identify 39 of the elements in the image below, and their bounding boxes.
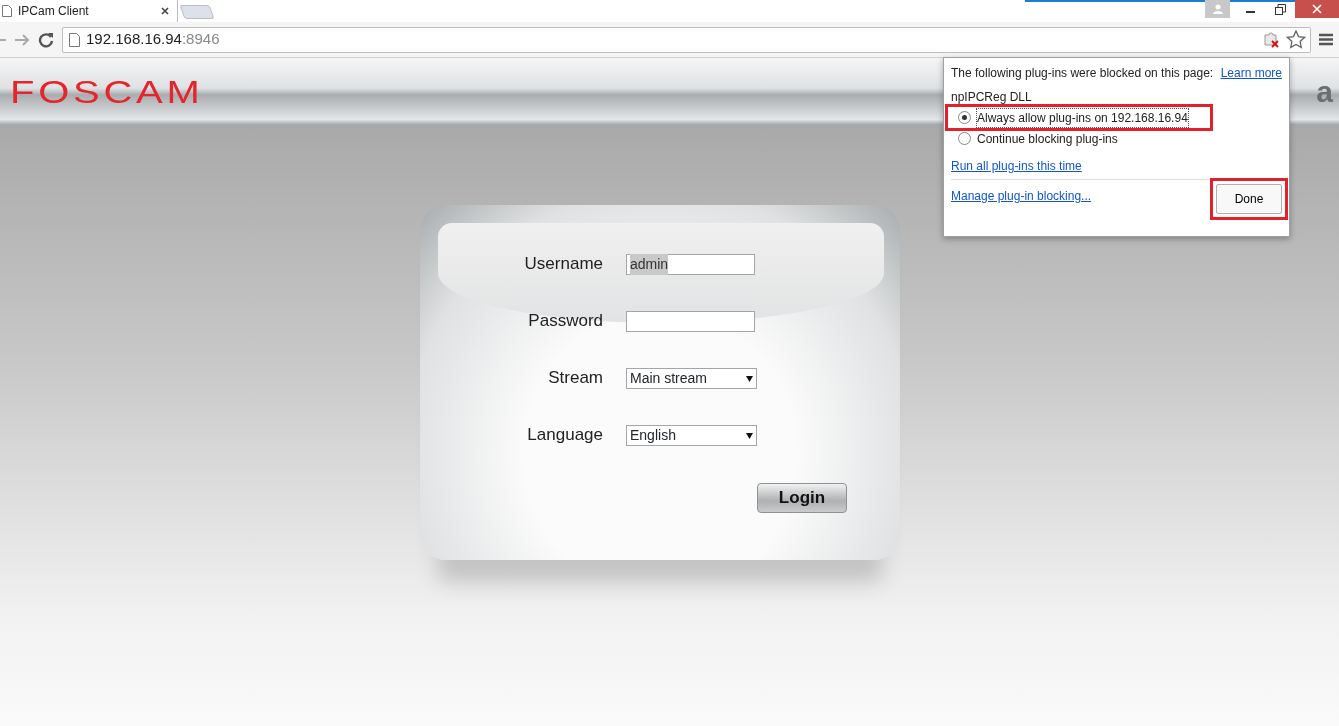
radio-button[interactable] (958, 111, 971, 124)
browser-tab[interactable]: IPCam Client (0, 0, 178, 22)
reload-icon[interactable] (38, 31, 54, 48)
minimize-icon (1245, 11, 1255, 13)
logo: FOSCAM (10, 72, 204, 112)
url-port: :8946 (181, 30, 220, 48)
person-icon (1212, 4, 1223, 14)
field-label: Username (523, 253, 603, 276)
caret-icon (746, 431, 753, 439)
tab-title: IPCam Client (18, 3, 90, 20)
menu-icon[interactable] (1319, 33, 1333, 46)
run-all-link[interactable]: Run all plug-ins this time (951, 159, 1082, 173)
field-label: Password (527, 310, 603, 333)
radio-button[interactable] (958, 132, 971, 145)
url-host: 192.168.16.94 (86, 30, 182, 48)
page-icon (69, 32, 80, 47)
popup-message: The following plug-ins were blocked on this page: (951, 65, 1214, 80)
field-label: Language (526, 424, 603, 447)
page-icon (2, 5, 12, 17)
field-label: Stream (547, 367, 603, 390)
manage-link[interactable]: Manage plug-in blocking... (951, 187, 1092, 205)
restore-icon (1274, 3, 1286, 15)
blocked-plugin-icon[interactable] (1262, 30, 1280, 49)
address-bar[interactable]: 192.168.16.94:8946 (62, 26, 1311, 53)
close-icon (1312, 4, 1322, 14)
dropdown[interactable]: English (626, 424, 757, 446)
text-field[interactable]: admin (626, 253, 755, 275)
header-text: a (1316, 74, 1333, 110)
password-field[interactable] (626, 310, 755, 332)
plugin-name: npIPCReg DLL (951, 89, 1033, 103)
learn-more-link[interactable]: Learn more (1220, 64, 1282, 80)
star-icon[interactable] (1286, 30, 1306, 49)
close-icon[interactable] (161, 7, 169, 15)
caret-icon (746, 374, 753, 382)
done-button[interactable]: Done (1216, 184, 1282, 214)
radio-option[interactable]: Continue blocking plug-ins (948, 128, 1210, 149)
login-button[interactable]: Login (757, 483, 847, 513)
radio-option[interactable]: Always allow plug-ins on 192.168.16.94 (948, 107, 1210, 128)
dropdown[interactable]: Main stream (626, 367, 757, 389)
